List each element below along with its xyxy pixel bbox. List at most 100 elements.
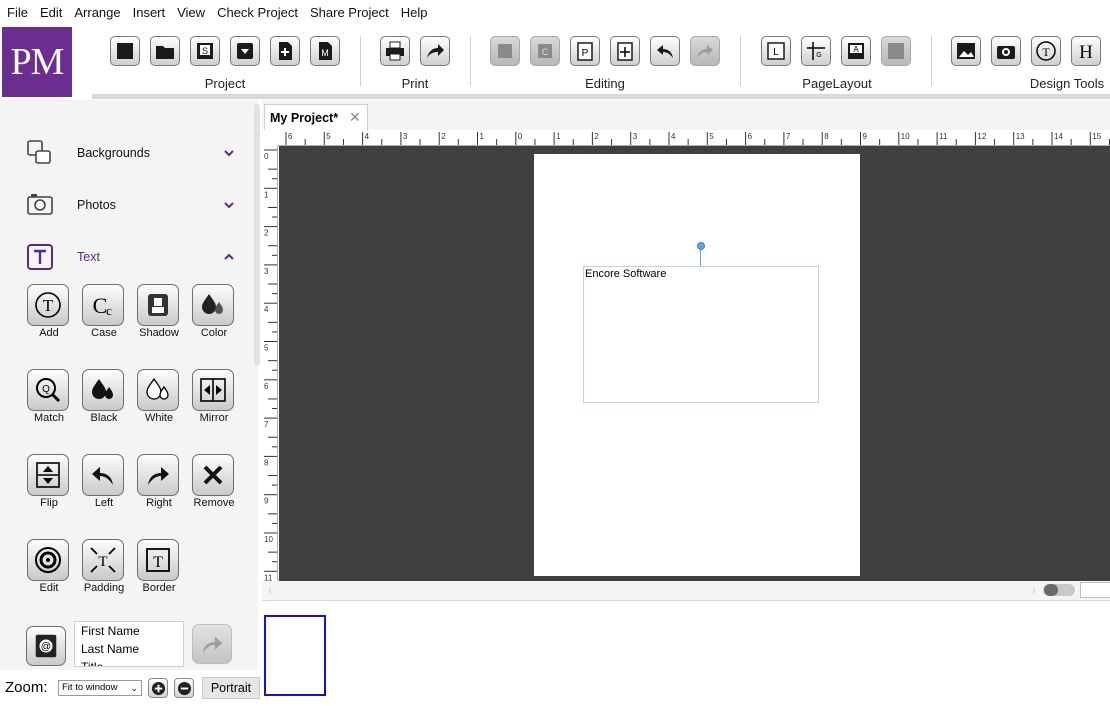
- section-text[interactable]: Text: [0, 235, 250, 279]
- svg-text:P: P: [582, 48, 589, 59]
- text-add-button[interactable]: T Add: [21, 284, 77, 352]
- text-rotate-left-button[interactable]: Left: [76, 454, 132, 522]
- text-remove-button[interactable]: Remove: [186, 454, 242, 522]
- ruler-label: 2: [264, 229, 269, 238]
- text-shadow-button[interactable]: Shadow: [131, 284, 187, 352]
- chevron-down-icon: [224, 202, 234, 209]
- ruler-label: 5: [264, 344, 269, 353]
- menu-arrange[interactable]: Arrange: [67, 5, 125, 20]
- shadow-icon: [148, 294, 168, 316]
- left-panel-scrollbar[interactable]: [254, 104, 260, 366]
- project-page[interactable]: Encore Software: [534, 154, 860, 576]
- text-edit-button[interactable]: Edit: [21, 539, 77, 607]
- svg-text:T: T: [153, 554, 163, 571]
- scroll-left-icon[interactable]: ‹: [268, 583, 272, 597]
- ruler-label: 10: [264, 535, 273, 544]
- field-list[interactable]: First Name Last Name Title: [74, 621, 184, 667]
- copy-button[interactable]: C: [530, 36, 560, 66]
- text-box-content[interactable]: Encore Software: [585, 268, 666, 280]
- camera-button[interactable]: [991, 36, 1021, 66]
- save-as-button[interactable]: [230, 36, 260, 66]
- document-tab-strip: My Project* ✕: [262, 100, 1110, 130]
- group-label-editing: Editing: [585, 76, 625, 91]
- ruler-label: 8: [264, 458, 269, 467]
- address-book-button[interactable]: @: [26, 626, 66, 666]
- text-padding-button[interactable]: T Padding: [76, 539, 132, 607]
- svg-text:M: M: [321, 48, 329, 58]
- section-photos[interactable]: Photos: [0, 183, 250, 227]
- backgrounds-icon: [27, 140, 51, 164]
- ruler-label: 9: [264, 497, 269, 506]
- field-title[interactable]: Title: [75, 658, 183, 666]
- frame-disabled-button[interactable]: [881, 36, 911, 66]
- orientation-button[interactable]: Portrait: [202, 677, 260, 699]
- field-first-name[interactable]: First Name: [75, 622, 183, 640]
- ruler-label: 15: [1092, 132, 1101, 141]
- horizontal-scrollbar[interactable]: ‹ ›: [262, 581, 1110, 601]
- zoom-label: Zoom:: [5, 679, 48, 696]
- text-case-button[interactable]: Cc Case: [76, 284, 132, 352]
- page-thumbnail[interactable]: [264, 615, 326, 696]
- ruler-label: 10: [901, 132, 910, 141]
- undo-button[interactable]: [650, 36, 680, 66]
- paste-button[interactable]: P: [570, 36, 600, 66]
- menu-view[interactable]: View: [170, 5, 210, 20]
- menu-check-project[interactable]: Check Project: [210, 5, 303, 20]
- zoom-slider-knob[interactable]: [1044, 584, 1058, 596]
- zoom-out-button[interactable]: [174, 678, 194, 698]
- text-mirror-button[interactable]: Mirror: [186, 369, 242, 437]
- field-last-name[interactable]: Last Name: [75, 640, 183, 658]
- menu-insert[interactable]: Insert: [126, 5, 171, 20]
- horizontal-ruler: 6 5 4 3 2 1 0 1 2 3 4 5 6 7 8 9 10 11 12 13 14 15: [278, 130, 1110, 146]
- layout-icon: L: [767, 42, 785, 60]
- menu-file[interactable]: File: [0, 5, 33, 20]
- text-black-button[interactable]: Black: [76, 369, 132, 437]
- redo-button[interactable]: [690, 36, 720, 66]
- text-flip-button[interactable]: Flip: [21, 454, 77, 522]
- close-icon[interactable]: ✕: [349, 109, 361, 126]
- text-box[interactable]: Encore Software: [583, 266, 819, 403]
- scroll-right-icon[interactable]: ›: [1032, 583, 1036, 597]
- insert-button[interactable]: [610, 36, 640, 66]
- zoom-select[interactable]: Fit to window ⌄: [58, 680, 142, 696]
- print-shop-button[interactable]: [420, 36, 450, 66]
- new-project-button[interactable]: [110, 36, 140, 66]
- open-project-button[interactable]: [150, 36, 180, 66]
- section-backgrounds[interactable]: Backgrounds: [0, 131, 250, 175]
- text-color-button[interactable]: Color: [186, 284, 242, 352]
- guides-button[interactable]: G: [801, 36, 831, 66]
- guides-icon: G: [807, 42, 825, 60]
- text-match-button[interactable]: Q Match: [21, 369, 77, 437]
- headline-button[interactable]: H: [1071, 36, 1101, 66]
- text-white-button[interactable]: White: [131, 369, 187, 437]
- menu-help[interactable]: Help: [394, 5, 433, 20]
- rotate-handle[interactable]: [697, 242, 705, 250]
- insert-field-button[interactable]: [192, 624, 232, 664]
- save-project-button[interactable]: S: [190, 36, 220, 66]
- zoom-in-button[interactable]: [148, 678, 168, 698]
- text-border-button[interactable]: T Border: [131, 539, 187, 607]
- text-rotate-right-button[interactable]: Right: [131, 454, 187, 522]
- scroll-thumb[interactable]: [1080, 582, 1110, 598]
- menu-share-project[interactable]: Share Project: [303, 5, 394, 20]
- design-canvas[interactable]: Encore Software: [279, 146, 1110, 581]
- case-icon: Cc: [93, 293, 112, 318]
- ribbon-separator: [470, 36, 471, 86]
- menu-edit[interactable]: Edit: [33, 5, 67, 20]
- page-thumbnail-strip: [262, 602, 1110, 706]
- ruler-label: 5: [326, 132, 331, 141]
- ruler-label: 3: [633, 132, 638, 141]
- text-frame-button[interactable]: A: [841, 36, 871, 66]
- text-tool-button[interactable]: T: [1031, 36, 1061, 66]
- ruler-label: 6: [288, 132, 293, 141]
- picture-button[interactable]: [951, 36, 981, 66]
- ribbon-toolbar: PM S M Project Print C P Editing L G A P…: [0, 24, 1110, 100]
- add-page-button[interactable]: [270, 36, 300, 66]
- layout-button[interactable]: L: [761, 36, 791, 66]
- master-page-button[interactable]: M: [310, 36, 340, 66]
- horizontal-ruler-ticks: 6 5 4 3 2 1 0 1 2 3 4 5 6 7 8 9 10 11 12 13 14 15: [285, 132, 1110, 145]
- document-tab[interactable]: My Project* ✕: [264, 104, 368, 130]
- print-button[interactable]: [380, 36, 410, 66]
- tool-label: Border: [142, 582, 176, 594]
- cut-button[interactable]: [490, 36, 520, 66]
